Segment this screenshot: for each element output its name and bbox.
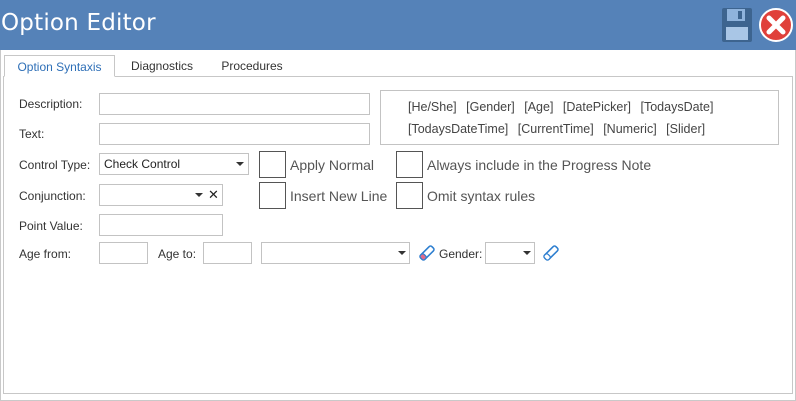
chevron-down-icon — [195, 193, 203, 197]
age-from-input[interactable] — [99, 242, 148, 264]
tab-diagnostics[interactable]: Diagnostics — [119, 55, 205, 77]
save-icon — [722, 8, 752, 42]
point-value-label: Point Value: — [19, 219, 83, 233]
control-type-select[interactable]: Check Control — [99, 153, 249, 175]
syntax-tokens-line-1: [He/She] [Gender] [Age] [DatePicker] [To… — [408, 96, 778, 118]
omit-syntax-checkbox[interactable] — [396, 182, 423, 209]
token-slider[interactable]: [Slider] — [666, 122, 705, 136]
gender-select[interactable] — [485, 242, 535, 264]
insert-new-line-checkbox[interactable] — [259, 182, 286, 209]
token-he-she[interactable]: [He/She] — [408, 100, 457, 114]
chevron-down-icon — [398, 251, 406, 255]
conjunction-select[interactable]: ✕ — [99, 184, 223, 206]
token-currenttime[interactable]: [CurrentTime] — [518, 122, 594, 136]
chevron-down-icon — [523, 251, 531, 255]
insert-new-line-label: Insert New Line — [290, 188, 388, 204]
save-button[interactable] — [721, 7, 753, 43]
title-bar: Option Editor — [0, 0, 796, 50]
control-type-value: Check Control — [104, 157, 181, 171]
token-datepicker[interactable]: [DatePicker] — [563, 100, 631, 114]
token-todaysdatetime[interactable]: [TodaysDateTime] — [408, 122, 508, 136]
text-label: Text: — [19, 127, 45, 141]
omit-syntax-label: Omit syntax rules — [427, 188, 536, 204]
close-button[interactable] — [759, 8, 793, 42]
close-icon — [759, 8, 793, 42]
text-input[interactable] — [99, 123, 370, 145]
apply-normal-label: Apply Normal — [290, 157, 375, 173]
always-include-checkbox[interactable] — [396, 151, 423, 178]
age-to-label: Age to: — [158, 247, 197, 261]
token-age[interactable]: [Age] — [524, 100, 553, 114]
apply-normal-checkbox[interactable] — [259, 151, 286, 178]
always-include-label: Always include in the Progress Note — [427, 157, 652, 173]
window-title: Option Editor — [1, 10, 156, 36]
gender-label: Gender: — [439, 247, 483, 261]
chevron-down-icon — [236, 162, 244, 166]
control-type-label: Control Type: — [19, 158, 91, 172]
point-value-input[interactable] — [99, 214, 223, 236]
tab-option-syntaxis[interactable]: Option Syntaxis — [4, 55, 115, 77]
syntax-tokens-panel: [He/She] [Gender] [Age] [DatePicker] [To… — [380, 90, 779, 145]
age-to-input[interactable] — [203, 242, 252, 264]
pencil-icon[interactable] — [541, 243, 561, 263]
description-label: Description: — [19, 97, 83, 111]
tab-procedures[interactable]: Procedures — [212, 55, 292, 77]
token-numeric[interactable]: [Numeric] — [603, 122, 656, 136]
description-input[interactable] — [99, 93, 370, 115]
syntax-tokens-line-2: [TodaysDateTime] [CurrentTime] [Numeric]… — [408, 118, 778, 140]
age-from-label: Age from: — [19, 247, 72, 261]
token-gender[interactable]: [Gender] — [466, 100, 515, 114]
conjunction-label: Conjunction: — [19, 189, 86, 203]
token-todaysdate[interactable]: [TodaysDate] — [641, 100, 714, 114]
age-unit-select[interactable] — [261, 242, 410, 264]
clear-icon[interactable]: ✕ — [208, 187, 219, 203]
pencil-icon[interactable] — [417, 243, 437, 263]
